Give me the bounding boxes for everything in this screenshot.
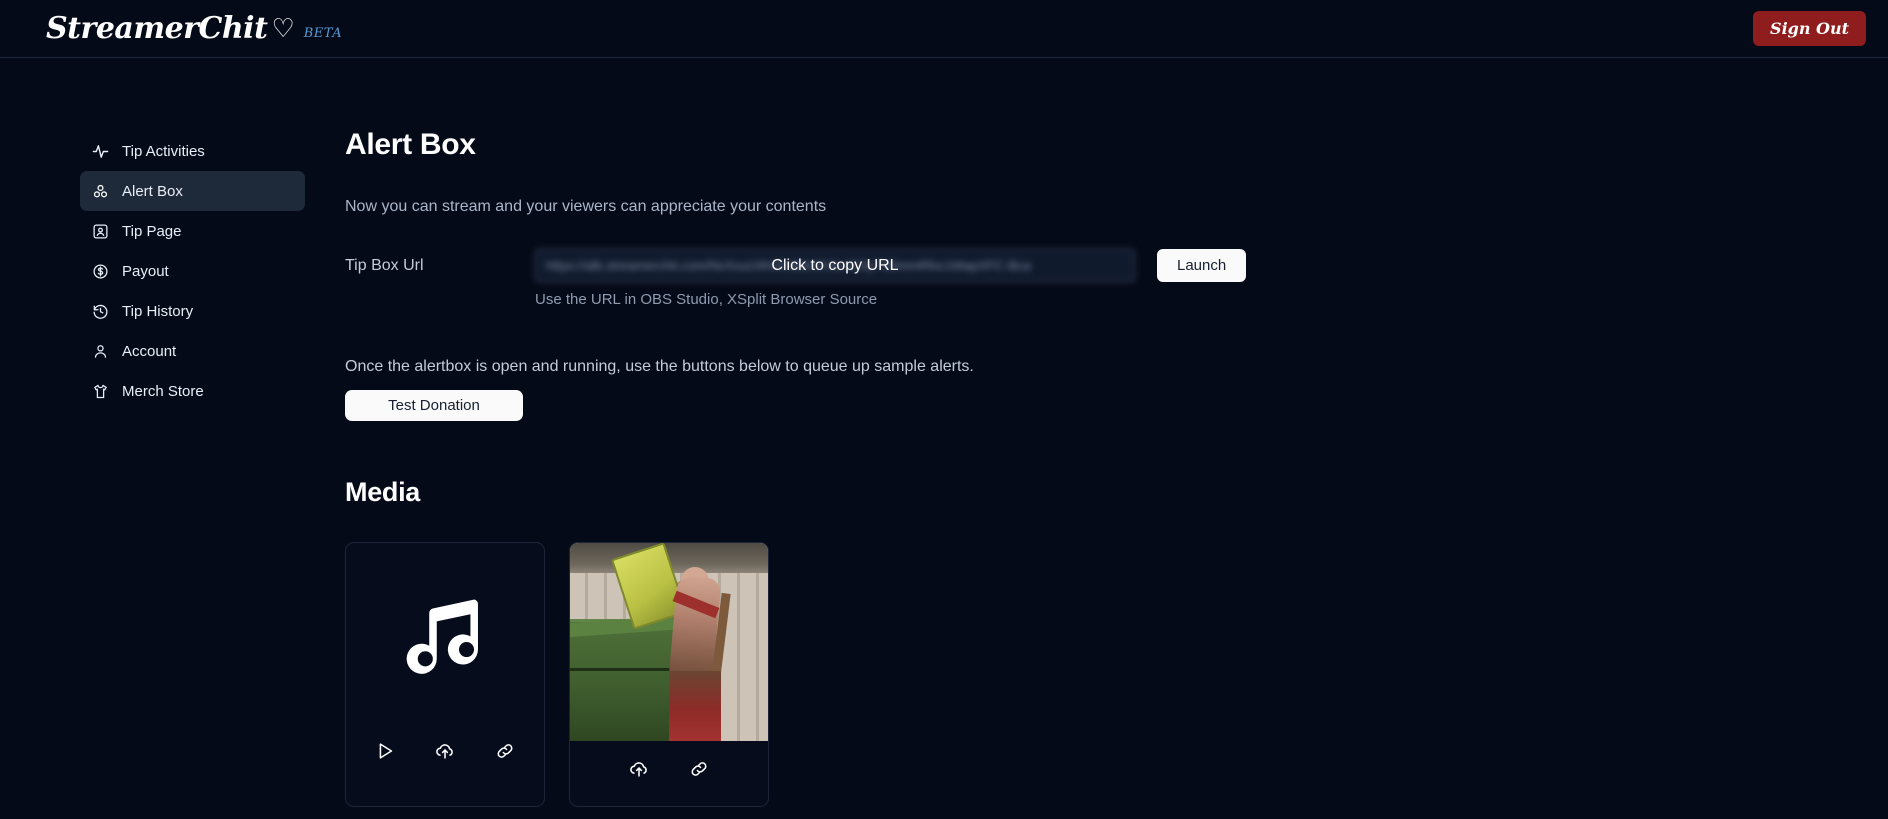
play-icon[interactable] (374, 740, 396, 762)
sidebar-item-label: Tip Activities (122, 142, 205, 160)
alert-box-circles-icon (92, 183, 109, 200)
tip-box-url-field-wrap[interactable]: https://alb.streamerchit.com/NxXxuiJ4hGh… (535, 249, 1135, 282)
main-content: Alert Box Now you can stream and your vi… (290, 118, 1888, 807)
sidebar-item-alert-box[interactable]: Alert Box (80, 171, 305, 211)
media-section-title: Media (345, 477, 421, 507)
dollar-circle-icon (92, 263, 109, 280)
media-art (346, 543, 544, 726)
queue-instructions: Once the alertbox is open and running, u… (345, 358, 974, 375)
cloud-upload-icon[interactable] (434, 740, 456, 762)
sidebar-item-label: Account (122, 342, 177, 360)
sidebar-item-label: Alert Box (122, 182, 183, 200)
page-title: Alert Box (345, 128, 476, 161)
sidebar-item-label: Tip Page (122, 222, 182, 240)
test-donation-button[interactable]: Test Donation (345, 390, 523, 421)
sidebar-item-tip-history[interactable]: Tip History (80, 291, 305, 331)
image-thumbnail (570, 543, 768, 741)
media-card-audio[interactable] (345, 542, 545, 807)
sidebar-nav: Tip Activities Alert Box Tip Page Payout… (0, 118, 305, 807)
user-icon (92, 343, 109, 360)
link-icon[interactable] (494, 740, 516, 762)
sidebar-item-label: Merch Store (122, 382, 204, 400)
link-icon[interactable] (688, 758, 710, 780)
sidebar-item-account[interactable]: Account (80, 331, 305, 371)
history-clock-icon (92, 303, 109, 320)
page-layout: Tip Activities Alert Box Tip Page Payout… (0, 58, 1888, 807)
cloud-upload-icon[interactable] (628, 758, 650, 780)
sidebar-item-tip-page[interactable]: Tip Page (80, 211, 305, 251)
app-header: StreamerChit ♡ BETA Sign Out (0, 0, 1888, 58)
brand-logo[interactable]: StreamerChit ♡ BETA (46, 10, 343, 46)
media-grid (345, 542, 1888, 807)
heart-icon: ♡ (271, 12, 295, 43)
launch-button[interactable]: Launch (1157, 249, 1247, 282)
tip-box-url-row: Tip Box Url https://alb.streamerchit.com… (345, 249, 1888, 282)
brand-name: StreamerChit (46, 10, 268, 46)
music-note-icon (402, 592, 488, 678)
id-card-icon (92, 223, 109, 240)
sign-out-button[interactable]: Sign Out (1753, 10, 1866, 47)
sidebar-item-merch-store[interactable]: Merch Store (80, 371, 305, 411)
media-actions (570, 744, 768, 806)
tshirt-icon (92, 383, 109, 400)
beta-badge: BETA (303, 25, 343, 41)
sidebar-item-tip-activities[interactable]: Tip Activities (80, 131, 305, 171)
tip-box-url-label: Tip Box Url (345, 256, 424, 274)
url-usage-hint: Use the URL in OBS Studio, XSplit Browse… (535, 291, 878, 308)
page-subtitle: Now you can stream and your viewers can … (345, 198, 827, 215)
sidebar-item-payout[interactable]: Payout (80, 251, 305, 291)
sidebar-item-label: Payout (122, 262, 169, 280)
tip-box-url-input[interactable]: https://alb.streamerchit.com/NxXxuiJ4hGh… (535, 249, 1135, 282)
thumbnail-figure-skirt (669, 671, 721, 741)
thumbnail-dumpster (570, 619, 683, 741)
media-card-image[interactable] (569, 542, 769, 807)
activity-pulse-icon (92, 143, 109, 160)
media-actions (346, 726, 544, 788)
sidebar-item-label: Tip History (122, 302, 194, 320)
